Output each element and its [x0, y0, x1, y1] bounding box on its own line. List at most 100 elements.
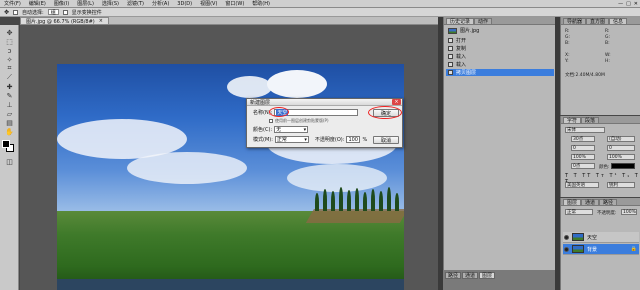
clone-stamp-tool-icon[interactable]: ⊥	[3, 100, 16, 109]
font-family-dropdown[interactable]: 宋体	[565, 127, 605, 133]
layer-opacity-field[interactable]: 100%	[621, 209, 637, 215]
cancel-button[interactable]: 取消	[373, 136, 399, 144]
quick-mask-icon[interactable]: ◫	[3, 157, 16, 166]
cloud	[267, 70, 327, 98]
bottom-panel-tabs: 路径 通道 图层	[443, 270, 555, 290]
layer-row-sky[interactable]: 天空	[563, 232, 639, 243]
history-snapshot[interactable]: 图片.jpg	[446, 27, 554, 34]
auto-select-checkbox[interactable]	[13, 9, 19, 15]
menu-select[interactable]: 选择(S)	[102, 0, 119, 7]
tree	[363, 191, 367, 211]
document-tab-close-icon[interactable]: ×	[99, 18, 103, 24]
text-color-swatch[interactable]	[611, 163, 635, 169]
hand-tool-icon[interactable]: ✋	[3, 127, 16, 136]
kerning-field[interactable]: 0	[571, 145, 595, 151]
mode-dropdown[interactable]: 正常 ▾	[274, 136, 309, 143]
tab-actions[interactable]: 动作	[474, 18, 493, 25]
blend-mode-dropdown[interactable]: 正常	[565, 209, 593, 215]
menu-3d[interactable]: 3D(D)	[177, 1, 192, 7]
tab-navigator[interactable]: 导航器	[563, 18, 587, 25]
menu-view[interactable]: 视图(V)	[200, 0, 217, 7]
show-transform-checkbox[interactable]	[62, 9, 68, 15]
tab-histogram[interactable]: 直方图	[586, 18, 610, 25]
maximize-button[interactable]: □	[626, 1, 631, 7]
new-layer-dialog: 新建图层 × 名称(N): 天空 使用前一图层创建剪贴蒙版(P) 颜色(C): …	[246, 98, 403, 148]
anti-alias-dropdown[interactable]: 锐利	[607, 182, 635, 188]
dialog-close-icon[interactable]: ×	[392, 99, 401, 105]
clipping-mask-row: 使用前一图层创建剪贴蒙版(P)	[269, 118, 329, 124]
eyedropper-tool-icon[interactable]: ⟋	[3, 73, 16, 82]
clipping-mask-checkbox[interactable]	[269, 119, 273, 123]
info-doc-size: 文档:2.40M/4.80M	[565, 73, 605, 78]
menu-window[interactable]: 窗口(W)	[225, 0, 244, 7]
lasso-tool-icon[interactable]: ↄ	[3, 46, 16, 55]
marquee-tool-icon[interactable]: ⬚	[3, 37, 16, 46]
vertical-scale-field[interactable]: 100%	[571, 154, 595, 160]
menu-analysis[interactable]: 分析(A)	[152, 0, 169, 7]
history-item-active[interactable]: 拷贝图层	[446, 69, 554, 76]
baseline-shift-field[interactable]: 0点	[571, 163, 595, 169]
snapshot-thumbnail	[448, 27, 457, 34]
move-tool-icon[interactable]: ✥	[3, 28, 16, 37]
tree	[387, 186, 391, 211]
minimize-button[interactable]: —	[618, 1, 623, 7]
info-panel: 导航器 直方图 信息 R: G: B: R: G: B: X: Y: W: H:…	[560, 17, 640, 115]
menu-image[interactable]: 图像(I)	[54, 0, 69, 7]
tab-paths-panel[interactable]: 路径	[599, 199, 618, 206]
history-panel: 历史记录 动作 图片.jpg 打开 复制 载入 载入 拷贝图层	[443, 17, 555, 270]
menu-layer[interactable]: 图层(L)	[77, 0, 94, 7]
history-item[interactable]: 打开	[446, 37, 554, 44]
menu-help[interactable]: 帮助(H)	[252, 0, 270, 7]
horizontal-scale-field[interactable]: 100%	[607, 154, 635, 160]
eye-icon[interactable]	[564, 246, 569, 252]
auto-select-dropdown[interactable]: 组	[47, 9, 59, 16]
foreground-color-swatch[interactable]	[2, 140, 10, 148]
tree	[315, 192, 319, 211]
menu-file[interactable]: 文件(F)	[4, 0, 21, 7]
healing-brush-tool-icon[interactable]: ✚	[3, 82, 16, 91]
info-r-label: R:	[565, 29, 570, 34]
brush-tool-icon[interactable]: ✎	[3, 91, 16, 100]
tab-layers-panel[interactable]: 图层	[563, 199, 582, 206]
eye-icon[interactable]	[564, 234, 569, 240]
close-window-button[interactable]: ✕	[634, 1, 638, 7]
tab-channels[interactable]: 通道	[462, 272, 479, 279]
magic-wand-tool-icon[interactable]: ✧	[3, 55, 16, 64]
tracking-field[interactable]: 0	[607, 145, 635, 151]
color-dropdown[interactable]: 无 ▾	[274, 126, 309, 133]
tab-info[interactable]: 信息	[609, 18, 628, 25]
info-g2-label: G:	[605, 35, 611, 40]
layer-name: 背景	[587, 246, 598, 253]
tab-paragraph[interactable]: 段落	[581, 117, 600, 124]
info-w-label: W:	[605, 53, 611, 58]
tree	[323, 188, 327, 211]
history-item[interactable]: 载入	[446, 61, 554, 68]
language-dropdown[interactable]: 美国英语	[565, 182, 599, 188]
tab-paths[interactable]: 路径	[445, 272, 462, 279]
gradient-tool-icon[interactable]: ▤	[3, 118, 16, 127]
leading-field[interactable]: (自动)	[607, 136, 635, 142]
tab-history[interactable]: 历史记录	[446, 18, 475, 25]
info-b-label: B:	[565, 41, 570, 46]
menu-filter[interactable]: 滤镜(T)	[127, 0, 144, 7]
history-step-icon	[448, 38, 453, 43]
layer-row-background[interactable]: 背景 🔒	[563, 244, 639, 255]
history-step-icon	[448, 62, 453, 67]
cloud	[227, 76, 272, 98]
document-tab[interactable]: 图片.jpg @ 66.7% (RGB/8#) ×	[20, 17, 109, 25]
crop-tool-icon[interactable]: ⌗	[3, 64, 16, 73]
tab-character[interactable]: 字符	[563, 117, 582, 124]
eraser-tool-icon[interactable]: ▱	[3, 109, 16, 118]
font-size-field[interactable]: 30点	[571, 136, 595, 142]
history-step-icon	[448, 46, 453, 51]
history-item[interactable]: 载入	[446, 53, 554, 60]
history-item[interactable]: 复制	[446, 45, 554, 52]
menubar: 文件(F) 编辑(E) 图像(I) 图层(L) 选择(S) 滤镜(T) 分析(A…	[0, 0, 640, 8]
menu-edit[interactable]: 编辑(E)	[29, 0, 46, 7]
tab-layers[interactable]: 图层	[479, 272, 496, 279]
document-tab-bar: 图片.jpg @ 66.7% (RGB/8#) ×	[20, 17, 438, 25]
highlight-oval-name	[269, 107, 289, 117]
tab-channels-panel[interactable]: 通道	[581, 199, 600, 206]
cloud	[287, 164, 387, 192]
opacity-field[interactable]: 100	[346, 136, 361, 143]
